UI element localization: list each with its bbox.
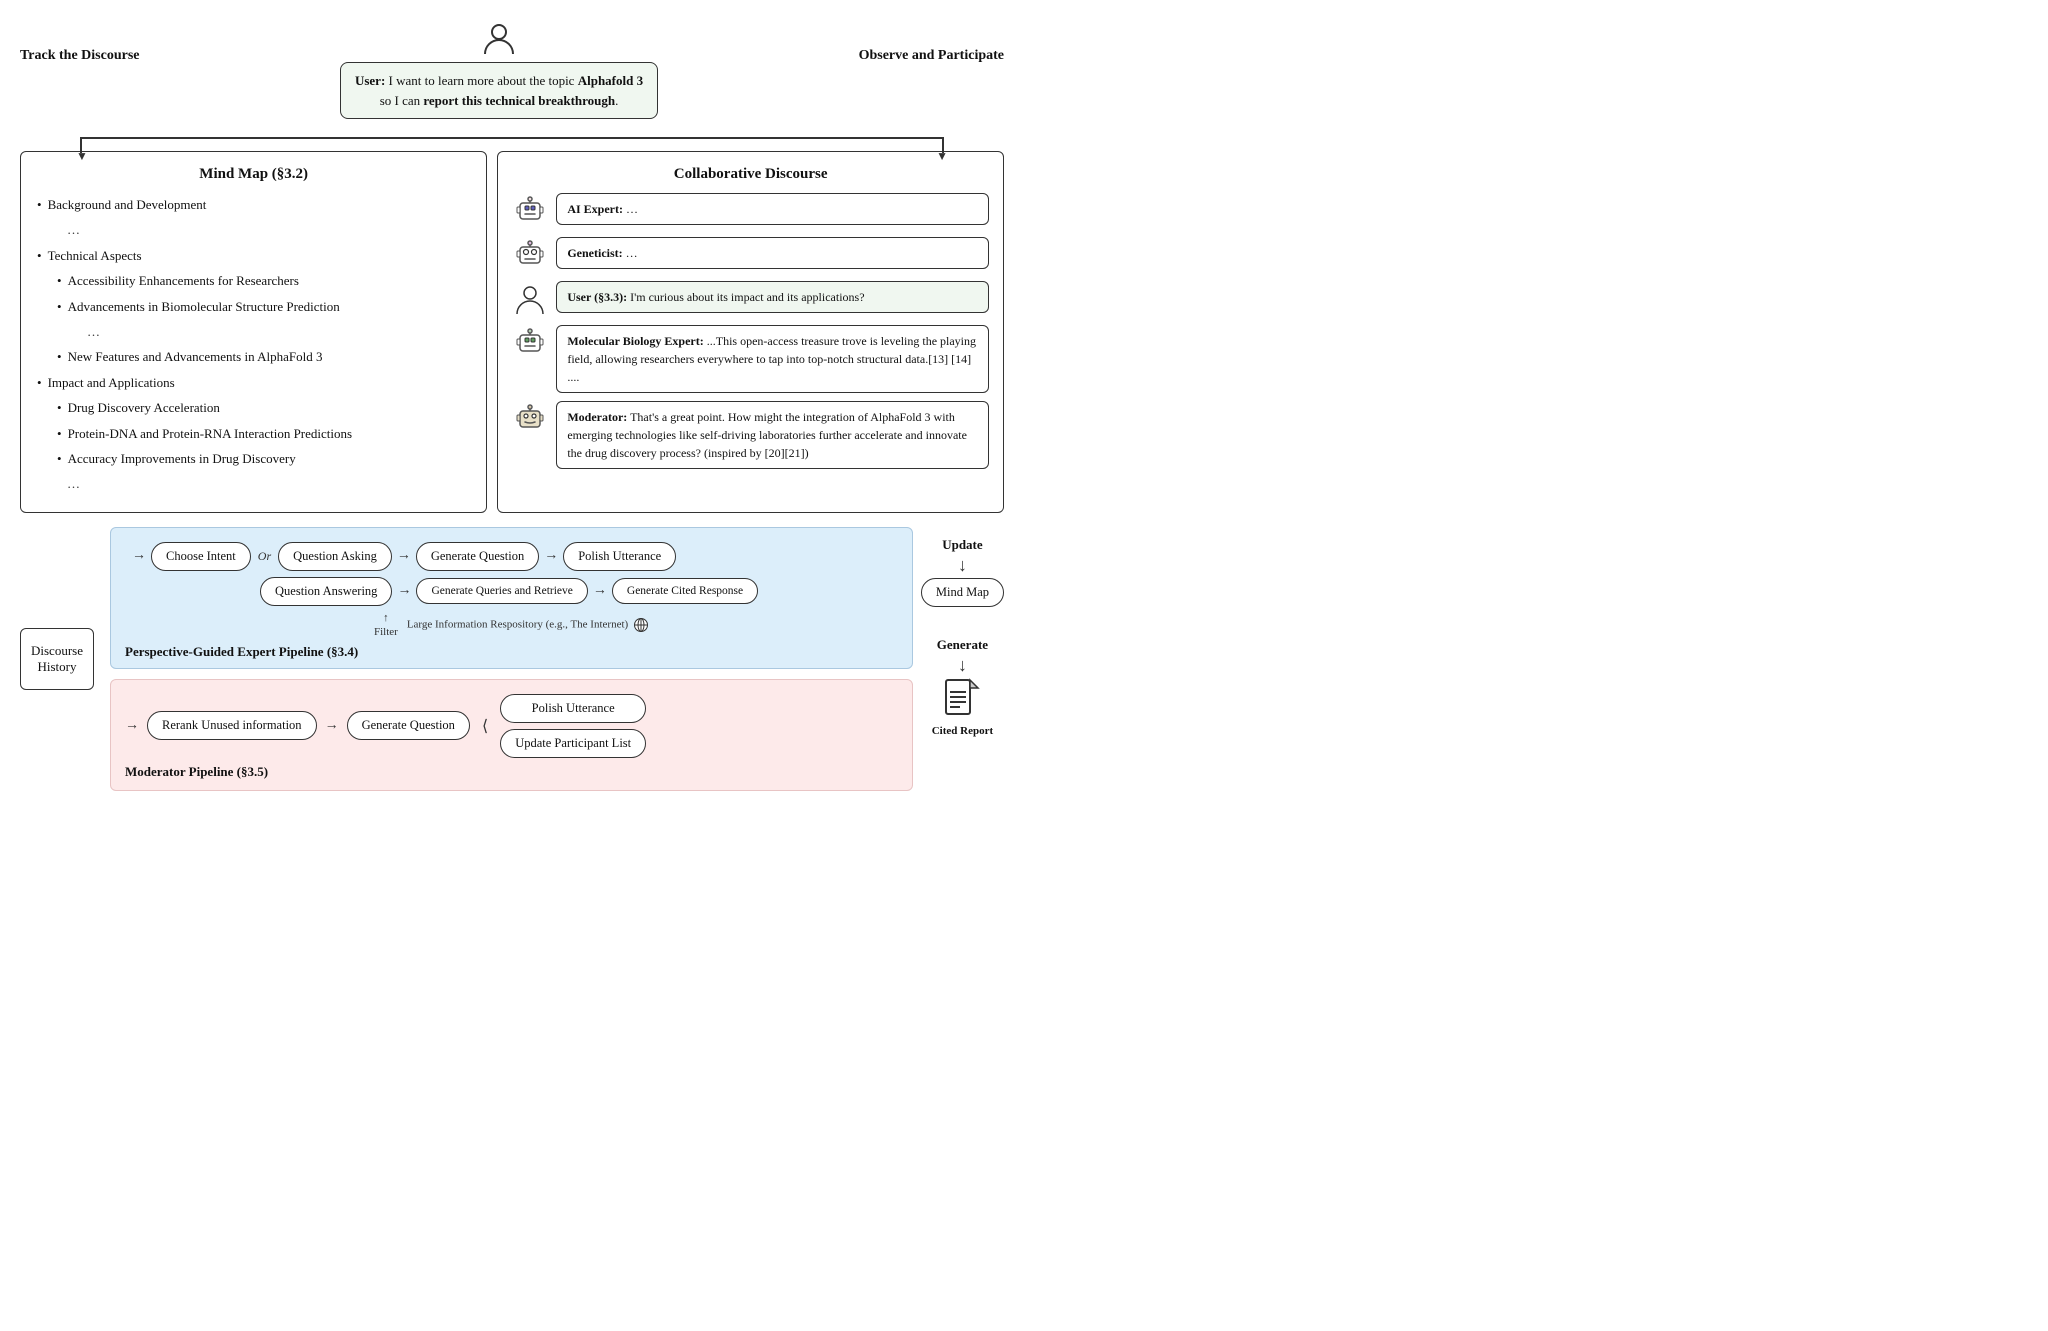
- mm-sub-3: •Drug Discovery Acceleration: [57, 396, 470, 419]
- mm-ellipsis-2: …: [67, 472, 470, 495]
- down-arrow-update: ↓: [958, 555, 967, 576]
- mod-rows: → Rerank Unused information → Generate Q…: [125, 694, 898, 758]
- person-icon: [479, 18, 519, 58]
- mind-map-update-box: Mind Map: [921, 578, 1004, 607]
- expert-pipeline-section: → Choose Intent Or Question Asking → Gen…: [110, 527, 913, 669]
- user-bubble-container: User: I want to learn more about the top…: [140, 18, 859, 119]
- mod-generate-question-box: Generate Question: [347, 711, 470, 740]
- speech-ai-expert: AI Expert: …: [556, 193, 989, 225]
- speech-geneticist: Geneticist: …: [556, 237, 989, 269]
- top-arrows-row: ▼ ▼: [20, 127, 1004, 147]
- robot-icon-mol-bio: [512, 325, 548, 361]
- mm-sub-4: •Protein-DNA and Protein-RNA Interaction…: [57, 422, 470, 445]
- user-speech-bubble: User: I want to learn more about the top…: [340, 62, 658, 119]
- repository-label: Large Information Respository (e.g., The…: [407, 617, 649, 633]
- discourse-panel: Collaborative Discourse: [497, 151, 1004, 513]
- moderator-pipeline-label: Moderator Pipeline (§3.5): [125, 764, 898, 780]
- top-arrow-line: [80, 137, 944, 139]
- generate-queries-box: Generate Queries and Retrieve: [416, 578, 587, 604]
- cited-report-label: Cited Report: [932, 724, 993, 738]
- mm-item-1: •Technical Aspects: [37, 244, 470, 267]
- branch-boxes: Polish Utterance Update Participant List: [500, 694, 646, 758]
- discourse-history-container: DiscourseHistory: [20, 527, 102, 791]
- speech-mol-bio: Molecular Biology Expert: ...This open-a…: [556, 325, 989, 393]
- cited-report-container: Cited Report: [932, 678, 993, 738]
- track-label: Track the Discourse: [20, 48, 140, 64]
- polish-utterance-top-box: Polish Utterance: [563, 542, 676, 571]
- mind-map-panel: Mind Map (§3.2) •Background and Developm…: [20, 151, 487, 513]
- entry-ai-expert: AI Expert: …: [512, 193, 989, 229]
- right-col: Update ↓ Mind Map Generate ↓: [921, 527, 1004, 791]
- polish-utterance-mod-box: Polish Utterance: [500, 694, 646, 723]
- generate-cited-box: Generate Cited Response: [612, 578, 758, 604]
- mm-item-2: •Impact and Applications: [37, 371, 470, 394]
- speech-user: User (§3.3): I'm curious about its impac…: [556, 281, 989, 313]
- branch-arrow: ⟨: [482, 716, 488, 736]
- robot-icon-geneticist: [512, 237, 548, 273]
- dh-wrapper: DiscourseHistory: [20, 527, 94, 791]
- mm-ellipsis-1: …: [87, 320, 470, 343]
- discourse-history-box: DiscourseHistory: [20, 628, 94, 690]
- row-question-asking: → Choose Intent Or Question Asking → Gen…: [125, 542, 898, 571]
- cited-report-icon: [944, 678, 980, 722]
- mind-map-title: Mind Map (§3.2): [37, 166, 470, 183]
- page: Track the Discourse User: I want to lear…: [0, 0, 1024, 811]
- update-block: Update ↓ Mind Map: [921, 537, 1004, 607]
- update-participant-box: Update Participant List: [500, 729, 646, 758]
- down-arrow-generate: ↓: [958, 655, 967, 676]
- pipelines-col: → Choose Intent Or Question Asking → Gen…: [110, 527, 913, 791]
- discourse-entries: AI Expert: …: [512, 193, 989, 469]
- globe-icon: [633, 617, 649, 633]
- generate-question-box-top: Generate Question: [416, 542, 539, 571]
- rerank-box: Rerank Unused information: [147, 711, 317, 740]
- mm-text-1: Technical Aspects: [48, 248, 142, 263]
- entry-geneticist: Geneticist: …: [512, 237, 989, 273]
- mm-ellipsis-0: …: [67, 218, 470, 241]
- mm-text-2: Impact and Applications: [48, 375, 175, 390]
- row-question-answering: Question Answering → Generate Queries an…: [125, 577, 898, 606]
- robot-icon-ai-expert: [512, 193, 548, 229]
- filter-note: ↑ Filter: [374, 612, 398, 638]
- mm-sub-1: •Advancements in Biomolecular Structure …: [57, 295, 470, 318]
- filter-row: ↑ Filter Large Information Respository (…: [125, 612, 898, 638]
- moderator-section: → Rerank Unused information → Generate Q…: [110, 679, 913, 791]
- mm-item-0: •Background and Development: [37, 193, 470, 216]
- robot-icon-moderator: [512, 401, 548, 437]
- discourse-title: Collaborative Discourse: [512, 166, 989, 183]
- expert-rows: → Choose Intent Or Question Asking → Gen…: [125, 542, 898, 638]
- mm-sub-2: •New Features and Advancements in AlphaF…: [57, 345, 470, 368]
- update-label: Update: [942, 537, 982, 553]
- mind-map-content: •Background and Development … •Technical…: [37, 193, 470, 496]
- bottom-area: DiscourseHistory → Choose Intent: [20, 527, 1004, 791]
- person-icon-user: [512, 281, 548, 317]
- expert-pipeline-label: Perspective-Guided Expert Pipeline (§3.4…: [125, 644, 898, 660]
- mm-text-0: Background and Development: [48, 197, 207, 212]
- speech-moderator: Moderator: That's a great point. How mig…: [556, 401, 989, 469]
- discourse-history-label: DiscourseHistory: [31, 643, 83, 675]
- generate-block: Generate ↓ Cited Report: [932, 637, 993, 738]
- speech-text: User: I want to learn more about the top…: [355, 73, 643, 108]
- mod-main-row: → Rerank Unused information → Generate Q…: [125, 694, 898, 758]
- question-asking-box: Question Asking: [278, 542, 392, 571]
- entry-mol-bio: Molecular Biology Expert: ...This open-a…: [512, 325, 989, 393]
- top-section: Track the Discourse User: I want to lear…: [20, 18, 1004, 119]
- generate-label: Generate: [937, 637, 988, 653]
- choose-intent-box: Choose Intent: [151, 542, 251, 571]
- mm-sub-5: •Accuracy Improvements in Drug Discovery: [57, 447, 470, 470]
- main-panels: Mind Map (§3.2) •Background and Developm…: [20, 151, 1004, 513]
- or-label-top: Or: [258, 549, 271, 564]
- observe-label: Observe and Participate: [859, 48, 1004, 64]
- entry-user: User (§3.3): I'm curious about its impac…: [512, 281, 989, 317]
- entry-moderator: Moderator: That's a great point. How mig…: [512, 401, 989, 469]
- mm-sub-0: •Accessibility Enhancements for Research…: [57, 269, 470, 292]
- question-answering-box: Question Answering: [260, 577, 392, 606]
